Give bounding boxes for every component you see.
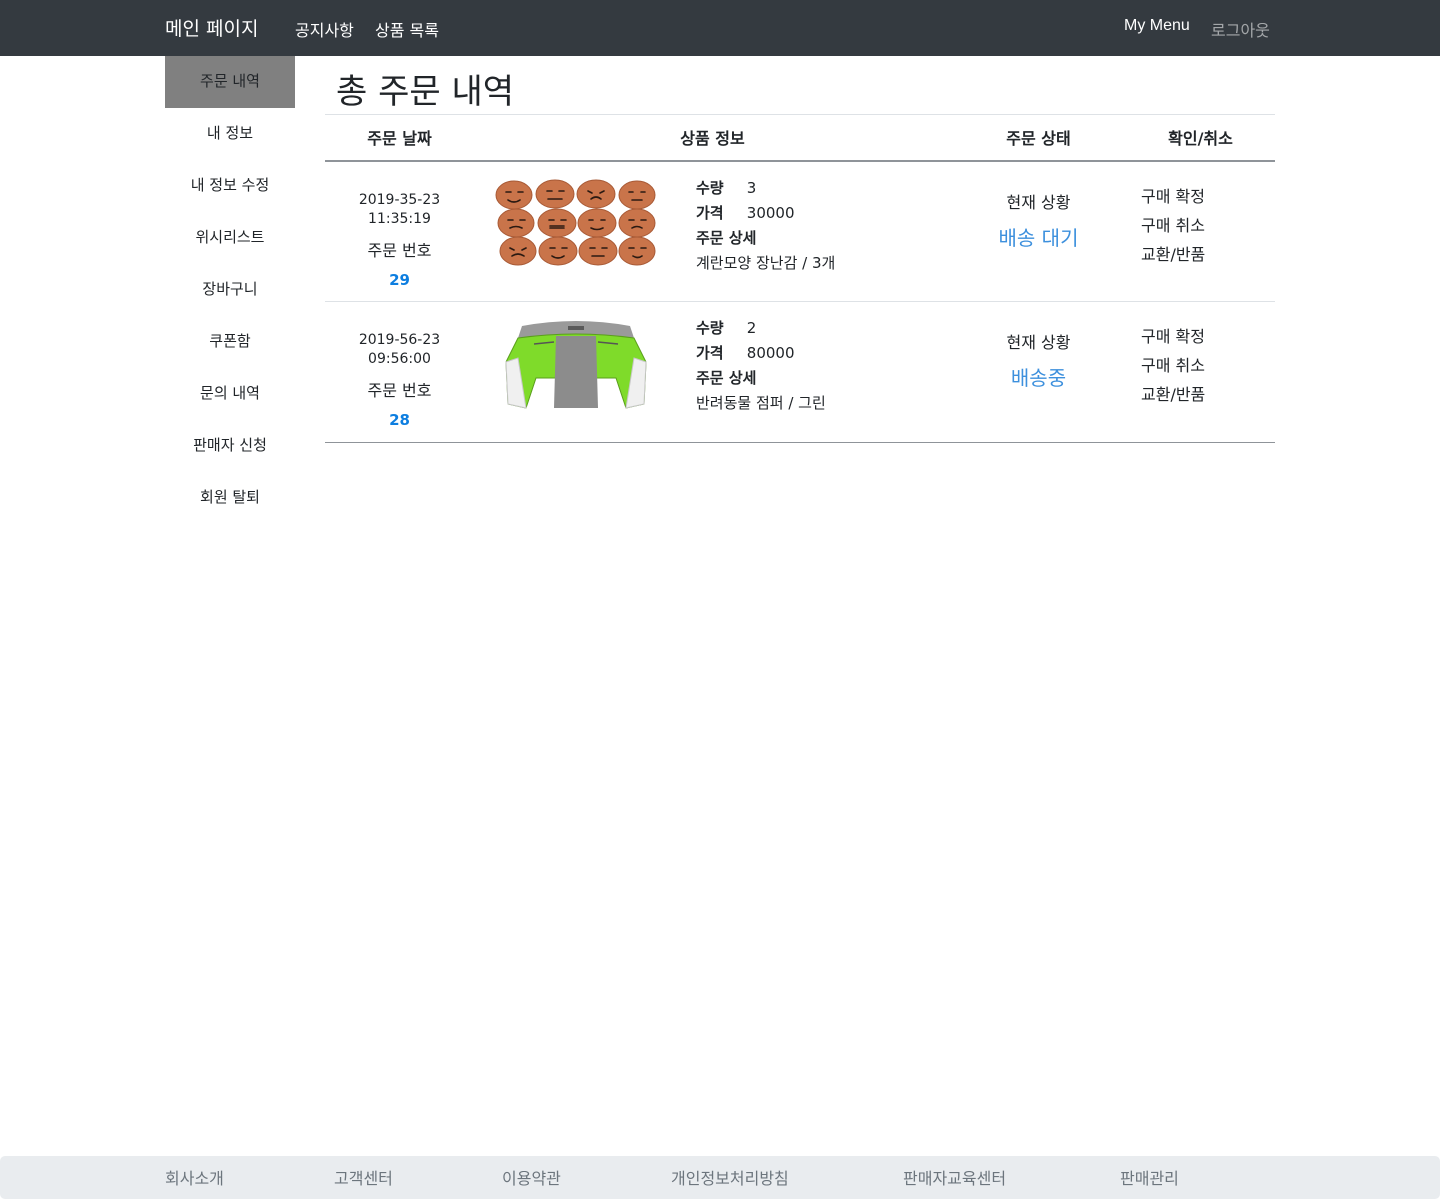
price-line: 가격 80000 — [696, 341, 951, 366]
brand-link[interactable]: 메인 페이지 — [165, 14, 258, 41]
order-date: 2019-35-23 — [358, 191, 441, 208]
column-header-date: 주문 날짜 — [325, 114, 474, 162]
sidebar-item-orders[interactable]: 주문 내역 — [165, 56, 295, 108]
price-label: 가격 — [696, 203, 724, 222]
footer-link-privacy[interactable]: 개인정보처리방침 — [671, 1165, 789, 1189]
exchange-return-link[interactable]: 교환/반품 — [1141, 240, 1275, 269]
sidebar-item-coupons[interactable]: 쿠폰함 — [165, 316, 295, 368]
table-row: 2019-56-23 09:56:00 주문 번호 28 수량 2 가격 800… — [325, 302, 1275, 443]
order-actions-cell: 구매 확정 구매 취소 교환/반품 — [1126, 161, 1275, 302]
product-info-cell: 수량 3 가격 30000 주문 상세 계란모양 장난감 / 3개 — [696, 161, 951, 302]
order-time: 09:56:00 — [368, 351, 431, 367]
order-number-label: 주문 번호 — [367, 240, 432, 260]
quantity-value: 3 — [746, 178, 757, 197]
footer: 회사소개 고객센터 이용약관 개인정보처리방침 판매자교육센터 판매관리 — [0, 1156, 1440, 1199]
column-header-actions: 확인/취소 — [1126, 114, 1275, 162]
footer-link-support[interactable]: 고객센터 — [334, 1165, 393, 1189]
order-time: 11:35:19 — [368, 210, 431, 227]
cancel-purchase-link[interactable]: 구매 취소 — [1141, 351, 1275, 380]
detail-value: 계란모양 장난감 / 3개 — [696, 253, 836, 272]
price-line: 가격 30000 — [696, 201, 951, 226]
order-status-cell: 현재 상황 배송 대기 — [951, 161, 1126, 302]
column-header-product: 상품 정보 — [474, 114, 951, 162]
page-title: 총 주문 내역 — [336, 72, 515, 112]
order-date: 2019-56-23 — [358, 332, 441, 348]
my-menu-link[interactable]: My Menu — [1124, 17, 1190, 35]
price-value: 80000 — [746, 344, 795, 362]
product-image-cell — [474, 161, 696, 302]
sidebar-item-seller-apply[interactable]: 판매자 신청 — [165, 420, 295, 472]
sidebar: 주문 내역 내 정보 내 정보 수정 위시리스트 장바구니 쿠폰함 문의 내역 … — [165, 56, 295, 524]
detail-value: 반려동물 점퍼 / 그린 — [696, 394, 826, 412]
order-number-link[interactable]: 28 — [325, 411, 474, 429]
footer-link-seller-admin[interactable]: 판매관리 — [1120, 1165, 1179, 1189]
egg-faces-product-image[interactable] — [494, 177, 658, 268]
quantity-line: 수량 3 — [696, 176, 951, 201]
detail-line: 주문 상세 — [696, 366, 951, 391]
status-badge: 배송 대기 — [998, 225, 1079, 250]
sidebar-item-edit-info[interactable]: 내 정보 수정 — [165, 160, 295, 212]
sidebar-item-inquiries[interactable]: 문의 내역 — [165, 368, 295, 420]
table-row: 2019-35-23 11:35:19 주문 번호 29 수량 3 가격 300… — [325, 161, 1275, 302]
product-image-cell — [474, 302, 696, 443]
sidebar-item-wishlist[interactable]: 위시리스트 — [165, 212, 295, 264]
nav-notice-link[interactable]: 공지사항 — [295, 17, 354, 41]
status-label: 현재 상황 — [1006, 192, 1071, 212]
sidebar-item-my-info[interactable]: 내 정보 — [165, 108, 295, 160]
table-header-row: 주문 날짜 상품 정보 주문 상태 확인/취소 — [325, 114, 1275, 162]
order-actions-cell: 구매 확정 구매 취소 교환/반품 — [1126, 302, 1275, 443]
footer-link-about[interactable]: 회사소개 — [165, 1165, 224, 1189]
confirm-purchase-link[interactable]: 구매 확정 — [1141, 182, 1275, 211]
footer-link-seller-education[interactable]: 판매자교육센터 — [903, 1165, 1006, 1189]
cancel-purchase-link[interactable]: 구매 취소 — [1141, 211, 1275, 240]
price-value: 30000 — [746, 203, 795, 222]
pet-jacket-product-image[interactable] — [494, 318, 658, 412]
nav-products-link[interactable]: 상품 목록 — [375, 17, 439, 41]
order-number-label: 주문 번호 — [367, 381, 432, 400]
product-info-cell: 수량 2 가격 80000 주문 상세 반려동물 점퍼 / 그린 — [696, 302, 951, 443]
top-navbar: 메인 페이지 공지사항 상품 목록 My Menu 로그아웃 — [0, 0, 1440, 56]
sidebar-item-cart[interactable]: 장바구니 — [165, 264, 295, 316]
footer-link-terms[interactable]: 이용약관 — [502, 1165, 561, 1189]
exchange-return-link[interactable]: 교환/반품 — [1141, 380, 1275, 409]
detail-label: 주문 상세 — [696, 228, 757, 247]
quantity-label: 수량 — [696, 319, 724, 337]
detail-label: 주문 상세 — [696, 369, 757, 387]
order-status-cell: 현재 상황 배송중 — [951, 302, 1126, 443]
status-label: 현재 상황 — [1006, 333, 1071, 352]
order-date-cell: 2019-56-23 09:56:00 주문 번호 28 — [325, 302, 474, 443]
quantity-label: 수량 — [696, 178, 724, 197]
detail-line: 주문 상세 — [696, 226, 951, 251]
logout-link[interactable]: 로그아웃 — [1211, 17, 1270, 41]
column-header-status: 주문 상태 — [951, 114, 1126, 162]
order-table: 주문 날짜 상품 정보 주문 상태 확인/취소 2019-35-23 11:35… — [325, 114, 1275, 443]
status-badge: 배송중 — [1010, 366, 1067, 390]
order-number-link[interactable]: 29 — [325, 271, 474, 289]
quantity-line: 수량 2 — [696, 316, 951, 341]
order-date-cell: 2019-35-23 11:35:19 주문 번호 29 — [325, 161, 474, 302]
confirm-purchase-link[interactable]: 구매 확정 — [1141, 322, 1275, 351]
sidebar-item-withdraw[interactable]: 회원 탈퇴 — [165, 472, 295, 524]
price-label: 가격 — [696, 344, 724, 362]
quantity-value: 2 — [746, 319, 757, 337]
